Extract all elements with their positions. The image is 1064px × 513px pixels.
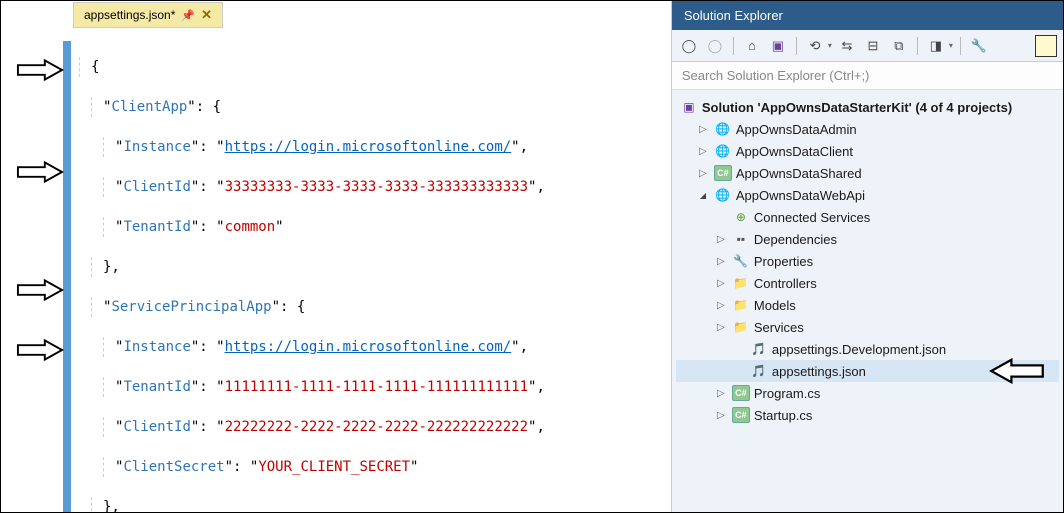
solution-explorer-title: Solution Explorer [672,1,1063,30]
csharp-project-icon: C# [714,165,732,181]
expander-icon[interactable] [696,124,710,135]
view-icon[interactable]: ◨ [925,35,947,57]
expander-icon[interactable] [714,256,728,267]
solution-explorer-pane: Solution Explorer ◯ ◯ ⌂ ▣ ⟲▾ ⇆ ⊟ ⧉ ◨▾ 🔧 … [671,1,1063,512]
expander-icon[interactable] [696,168,710,179]
refresh-icon[interactable]: ⇆ [836,35,858,57]
file-label: Program.cs [754,386,820,401]
csharp-file-icon: C# [732,407,750,423]
tab-title: appsettings.json* [84,8,175,22]
node-label: Connected Services [754,210,870,225]
expander-icon[interactable] [714,278,728,289]
json-file-icon: 🎵 [750,341,768,357]
properties-icon[interactable]: 🔧 [968,35,990,57]
forward-icon[interactable]: ◯ [704,35,726,57]
expander-icon[interactable] [696,190,710,201]
home-icon[interactable]: ⌂ [741,35,763,57]
expander-icon[interactable] [714,410,728,421]
folder-icon: 📁 [732,319,750,335]
project-label: AppOwnsDataClient [736,144,853,159]
web-project-icon: 🌐 [714,121,732,137]
node-label: Controllers [754,276,817,291]
properties-node[interactable]: 🔧 Properties [676,250,1059,272]
startup-file[interactable]: C# Startup.cs [676,404,1059,426]
project-admin[interactable]: 🌐 AppOwnsDataAdmin [676,118,1059,140]
node-label: Dependencies [754,232,837,247]
file-label: Startup.cs [754,408,813,423]
wrench-icon: 🔧 [732,253,750,269]
search-input[interactable]: Search Solution Explorer (Ctrl+;) [672,62,1063,90]
expander-icon[interactable] [714,234,728,245]
project-label: AppOwnsDataAdmin [736,122,857,137]
program-file[interactable]: C# Program.cs [676,382,1059,404]
preview-icon[interactable] [1035,35,1057,57]
csharp-file-icon: C# [732,385,750,401]
node-label: Properties [754,254,813,269]
solution-tree: ▣ Solution 'AppOwnsDataStarterKit' (4 of… [672,90,1063,512]
node-label: Models [754,298,796,313]
search-placeholder: Search Solution Explorer (Ctrl+;) [682,68,870,83]
solution-icon: ▣ [680,99,698,115]
sync-icon[interactable]: ⟲ [804,35,826,57]
expander-icon[interactable] [696,146,710,157]
tab-well: appsettings.json* 📌 ✕ [1,1,671,29]
connected-services-icon: ⊕ [732,209,750,225]
solution-node[interactable]: ▣ Solution 'AppOwnsDataStarterKit' (4 of… [676,96,1059,118]
dependencies-node[interactable]: ▪▪ Dependencies [676,228,1059,250]
expander-icon[interactable] [714,300,728,311]
pin-icon[interactable]: 📌 [181,9,195,22]
back-icon[interactable]: ◯ [678,35,700,57]
web-project-icon: 🌐 [714,187,732,203]
show-all-icon[interactable]: ⧉ [888,35,910,57]
folder-icon: 📁 [732,275,750,291]
controllers-folder[interactable]: 📁 Controllers [676,272,1059,294]
code-editor-pane: appsettings.json* 📌 ✕ { "ClientApp": { "… [1,1,671,512]
project-webapi[interactable]: 🌐 AppOwnsDataWebApi [676,184,1059,206]
code-area[interactable]: { "ClientApp": { "Instance": "https://lo… [1,29,671,512]
file-label: appsettings.Development.json [772,342,946,357]
appsettings-file[interactable]: 🎵 appsettings.json [676,360,1059,382]
services-folder[interactable]: 📁 Services [676,316,1059,338]
switch-view-icon[interactable]: ▣ [767,35,789,57]
project-client[interactable]: 🌐 AppOwnsDataClient [676,140,1059,162]
models-folder[interactable]: 📁 Models [676,294,1059,316]
expander-icon[interactable] [714,388,728,399]
callout-arrow-appsettings [989,357,1045,385]
json-file-icon: 🎵 [750,363,768,379]
file-tab-appsettings[interactable]: appsettings.json* 📌 ✕ [73,2,223,28]
folder-icon: 📁 [732,297,750,313]
connected-services-node[interactable]: ⊕ Connected Services [676,206,1059,228]
dependencies-icon: ▪▪ [732,231,750,247]
solution-explorer-toolbar: ◯ ◯ ⌂ ▣ ⟲▾ ⇆ ⊟ ⧉ ◨▾ 🔧 [672,30,1063,62]
collapse-icon[interactable]: ⊟ [862,35,884,57]
solution-label: Solution 'AppOwnsDataStarterKit' (4 of 4… [702,100,1012,115]
web-project-icon: 🌐 [714,143,732,159]
project-label: AppOwnsDataShared [736,166,862,181]
file-label: appsettings.json [772,364,866,379]
project-label: AppOwnsDataWebApi [736,188,865,203]
project-shared[interactable]: C# AppOwnsDataShared [676,162,1059,184]
close-icon[interactable]: ✕ [201,7,212,23]
node-label: Services [754,320,804,335]
expander-icon[interactable] [714,322,728,333]
